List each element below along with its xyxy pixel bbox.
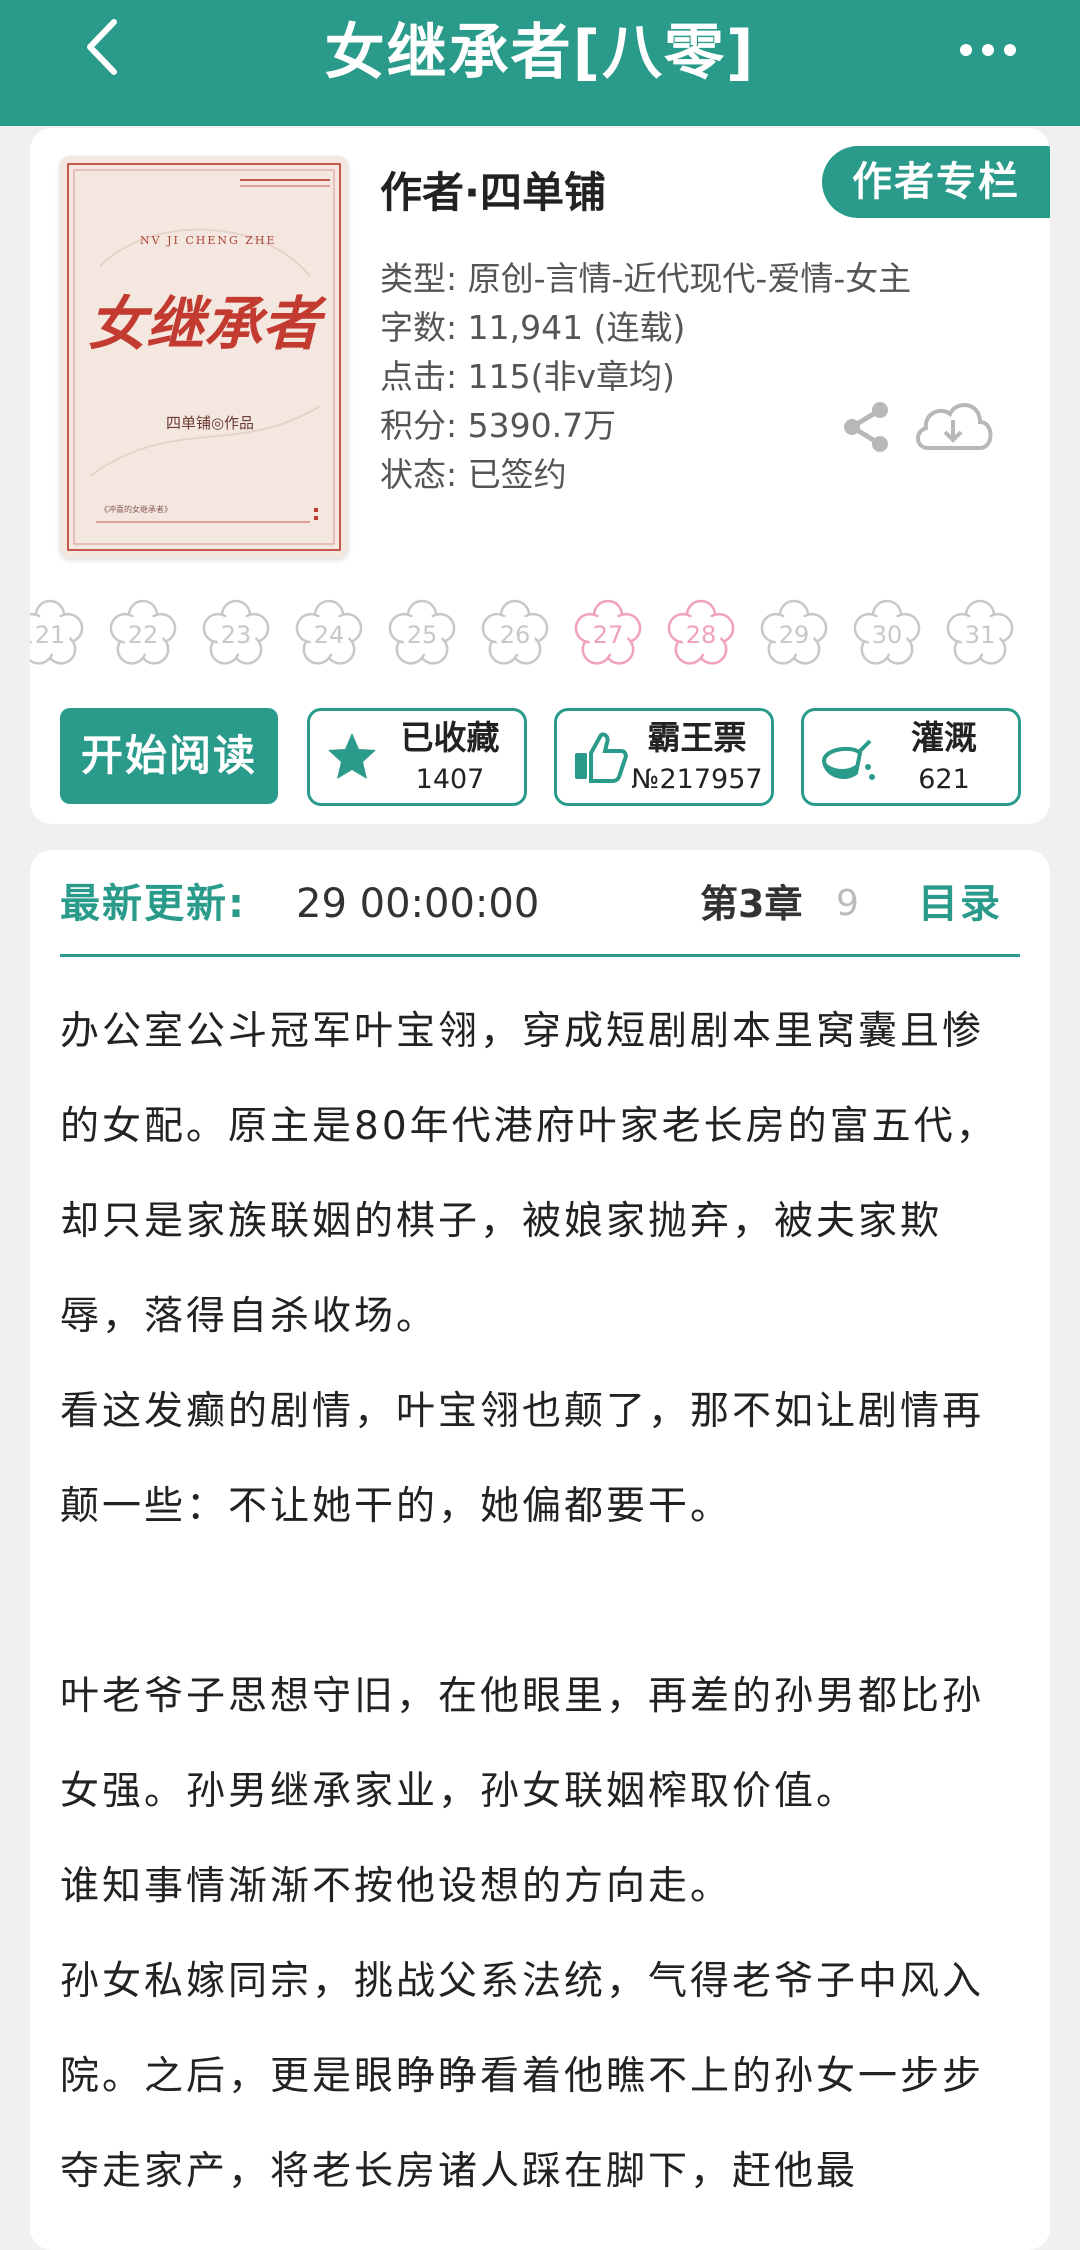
day-label: 25	[407, 621, 438, 649]
day-flower-24: 24	[295, 599, 363, 665]
synopsis-text: 办公室公斗冠军叶宝翎，穿成短剧剧本里窝囊且惨的女配。原主是80年代港府叶家老长房…	[60, 984, 1020, 2219]
back-arrow-icon[interactable]	[72, 12, 142, 82]
water-count: 621	[918, 764, 970, 795]
synopsis-card: 最新更新: 29 00:00:00 第3章 9 目录 办公室公斗冠军叶宝翎，穿成…	[30, 850, 1050, 2250]
day-flower-22: 22	[109, 599, 177, 665]
meta-word-count: 字数: 11,941 (连载)	[380, 308, 686, 347]
synopsis-paragraph: 谁知事情渐渐不按他设想的方向走。	[60, 1864, 733, 1909]
meta-status: 状态: 已签约	[380, 455, 567, 494]
download-cloud-icon[interactable]	[910, 392, 996, 462]
latest-update-time: 29 00:00:00	[296, 881, 540, 927]
book-cover-art: NV JI CHENG ZHE 女继承者 四单铺◎作品 《冲喜的女继承者》	[60, 156, 348, 558]
day-flower-27: 27	[574, 599, 642, 665]
divider	[60, 954, 1020, 957]
meta-clicks: 点击: 115(非v章均)	[380, 357, 675, 396]
share-icon[interactable]	[838, 398, 896, 456]
day-flower-26: 26	[481, 599, 549, 665]
synopsis-blank-line	[60, 1554, 1020, 1649]
svg-text:女继承者: 女继承者	[88, 290, 327, 358]
day-label: 29	[779, 621, 810, 649]
water-button[interactable]: 灌溉 621	[801, 708, 1021, 806]
day-flower-29: 29	[760, 599, 828, 665]
day-flower-23: 23	[202, 599, 270, 665]
start-reading-button[interactable]: 开始阅读	[60, 708, 278, 804]
synopsis-paragraph: 办公室公斗冠军叶宝翎，穿成短剧剧本里窝囊且惨的女配。原主是80年代港府叶家老长房…	[60, 1009, 998, 1339]
table-of-contents-button[interactable]: 目录	[918, 876, 1002, 932]
ticket-button[interactable]: 霸王票 №217957	[554, 708, 774, 806]
book-info-card: NV JI CHENG ZHE 女继承者 四单铺◎作品 《冲喜的女继承者》 作者…	[30, 128, 1050, 824]
day-label: 31	[965, 621, 996, 649]
svg-text:四单铺◎作品: 四单铺◎作品	[166, 414, 254, 432]
day-flower-30: 30	[853, 599, 921, 665]
day-label: 23	[221, 621, 252, 649]
favorite-label: 已收藏	[400, 718, 500, 757]
synopsis-paragraph: 孙女私嫁同宗，挑战父系法统，气得老爷子中风入院。之后，更是眼睁睁看着他瞧不上的孙…	[60, 1959, 985, 2194]
update-calendar-strip: 21 22 23 24 25 26 27 28 29 30 31	[30, 599, 1014, 665]
page-title: 女继承者[八零]	[324, 18, 756, 88]
latest-update-label: 最新更新:	[60, 881, 246, 927]
author-name[interactable]: 作者·四单铺	[380, 158, 606, 228]
day-label: 21	[35, 621, 66, 649]
latest-chapter-link[interactable]: 第3章	[700, 876, 802, 932]
day-label: 27	[593, 621, 624, 649]
svg-text:《冲喜的女继承者》: 《冲喜的女继承者》	[100, 504, 172, 514]
day-flower-21: 21	[30, 599, 84, 665]
ticket-label: 霸王票	[647, 718, 747, 757]
synopsis-paragraph: 叶老爷子思想守旧，在他眼里，再差的孙男都比孙女强。孙男继承家业，孙女联姻榨取价值…	[60, 1674, 985, 1814]
day-label: 22	[128, 621, 159, 649]
day-label: 24	[314, 621, 345, 649]
day-label: 28	[686, 621, 717, 649]
top-bar: 女继承者[八零]	[0, 0, 1080, 126]
watering-bottle-icon	[821, 739, 875, 780]
thumbs-up-icon	[575, 732, 628, 783]
favorite-button[interactable]: 已收藏 1407	[307, 708, 527, 806]
ticket-count: №217957	[631, 764, 763, 795]
svg-text:NV JI CHENG ZHE: NV JI CHENG ZHE	[140, 234, 277, 247]
day-flower-31: 31	[946, 599, 1014, 665]
book-meta: 类型: 原创-言情-近代现代-爱情-女主 字数: 11,941 (连载) 点击:…	[380, 254, 911, 499]
latest-chapter-title-cut: 9	[836, 883, 859, 924]
day-flower-25: 25	[388, 599, 456, 665]
favorite-count: 1407	[415, 764, 485, 795]
more-options-icon[interactable]	[948, 24, 1028, 76]
star-icon	[328, 733, 376, 779]
meta-type: 类型: 原创-言情-近代现代-爱情-女主	[380, 259, 912, 298]
day-label: 30	[872, 621, 903, 649]
meta-score: 积分: 5390.7万	[380, 406, 617, 445]
day-flower-28: 28	[667, 599, 735, 665]
book-cover[interactable]: NV JI CHENG ZHE 女继承者 四单铺◎作品 《冲喜的女继承者》	[60, 156, 348, 558]
day-label: 26	[500, 621, 531, 649]
author-column-button[interactable]: 作者专栏	[822, 146, 1050, 218]
water-label: 灌溉	[911, 718, 977, 757]
synopsis-paragraph: 看这发癫的剧情，叶宝翎也颠了，那不如让剧情再颠一些：不让她干的，她偏都要干。	[60, 1389, 985, 1529]
